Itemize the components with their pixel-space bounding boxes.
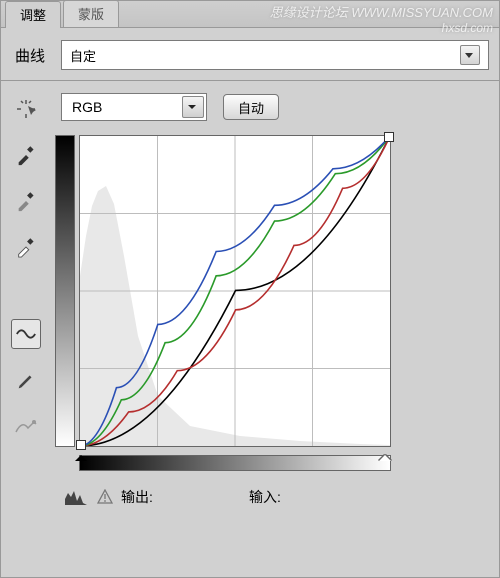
curve-point-white[interactable] xyxy=(384,132,394,142)
panel-tabs: 调整 蒙版 xyxy=(1,1,499,28)
vertical-gradient xyxy=(55,135,75,447)
preset-select[interactable]: 自定 xyxy=(61,40,489,70)
black-slider[interactable] xyxy=(75,449,87,461)
smooth-tool-icon[interactable] xyxy=(12,413,40,441)
main-area: RGB 自动 xyxy=(51,81,499,507)
histogram-icon[interactable] xyxy=(63,487,89,507)
tab-masks[interactable]: 蒙版 xyxy=(63,0,119,27)
channel-value: RGB xyxy=(72,99,102,115)
output-label: 输出: xyxy=(121,487,241,507)
target-adjust-icon[interactable] xyxy=(12,95,40,123)
auto-button[interactable]: 自动 xyxy=(223,94,279,120)
eyedropper-black-icon[interactable] xyxy=(12,141,40,169)
chevron-down-icon xyxy=(460,45,480,65)
adjustments-panel: 思缘设计论坛 WWW.MISSYUAN.COM hxsd.com 调整 蒙版 曲… xyxy=(0,0,500,578)
chevron-down-icon xyxy=(182,96,204,118)
pencil-tool-icon[interactable] xyxy=(12,367,40,395)
curves-graph[interactable] xyxy=(79,135,391,447)
curve-tool-icon[interactable] xyxy=(11,319,41,349)
curves-label: 曲线 xyxy=(15,45,61,66)
output-row: 输出: 输入: xyxy=(55,475,485,507)
eyedropper-gray-icon[interactable] xyxy=(12,187,40,215)
preset-row: 曲线 自定 xyxy=(1,28,499,81)
warning-icon xyxy=(97,489,113,505)
channel-select[interactable]: RGB xyxy=(61,93,207,121)
horizontal-gradient xyxy=(79,455,391,471)
eyedropper-white-icon[interactable] xyxy=(12,233,40,261)
horizontal-gradient-row xyxy=(79,451,485,475)
input-label: 输入: xyxy=(249,487,369,507)
white-slider[interactable] xyxy=(379,449,391,461)
tool-column xyxy=(1,81,51,507)
preset-value: 自定 xyxy=(70,46,96,65)
tab-adjustments[interactable]: 调整 xyxy=(5,1,61,28)
